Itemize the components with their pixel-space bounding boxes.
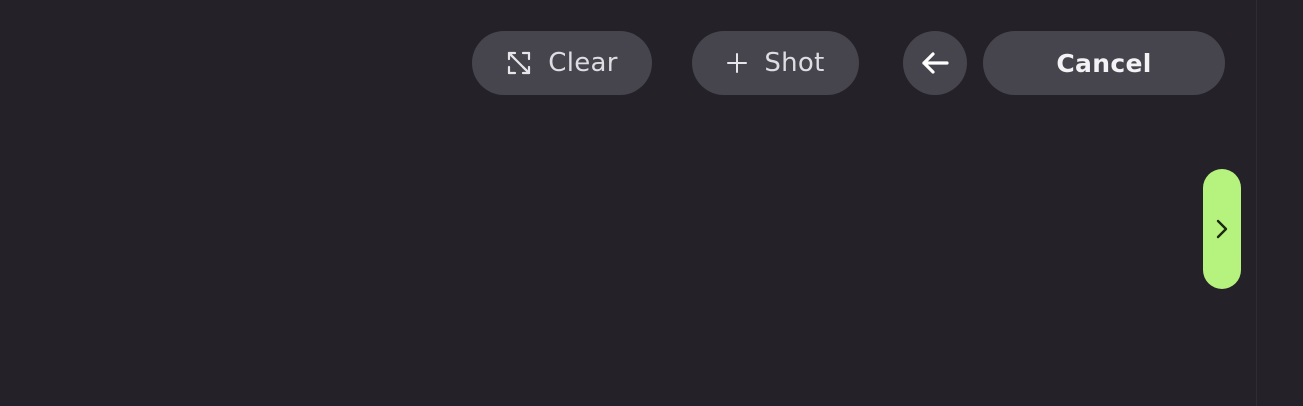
capture-overlay: Clear Shot Cancel — [0, 0, 1303, 406]
clear-button[interactable]: Clear — [472, 31, 652, 95]
chevron-right-icon — [1215, 218, 1229, 240]
arrow-left-icon — [920, 50, 950, 76]
shot-button[interactable]: Shot — [692, 31, 859, 95]
cancel-button[interactable]: Cancel — [983, 31, 1225, 95]
back-button[interactable] — [903, 31, 967, 95]
shot-label: Shot — [764, 48, 825, 78]
collapse-corners-icon — [506, 50, 532, 76]
cancel-label: Cancel — [1056, 48, 1152, 78]
panel-divider — [1256, 0, 1257, 406]
plus-icon — [726, 52, 748, 74]
clear-label: Clear — [548, 48, 618, 78]
side-panel-toggle[interactable] — [1203, 169, 1241, 289]
